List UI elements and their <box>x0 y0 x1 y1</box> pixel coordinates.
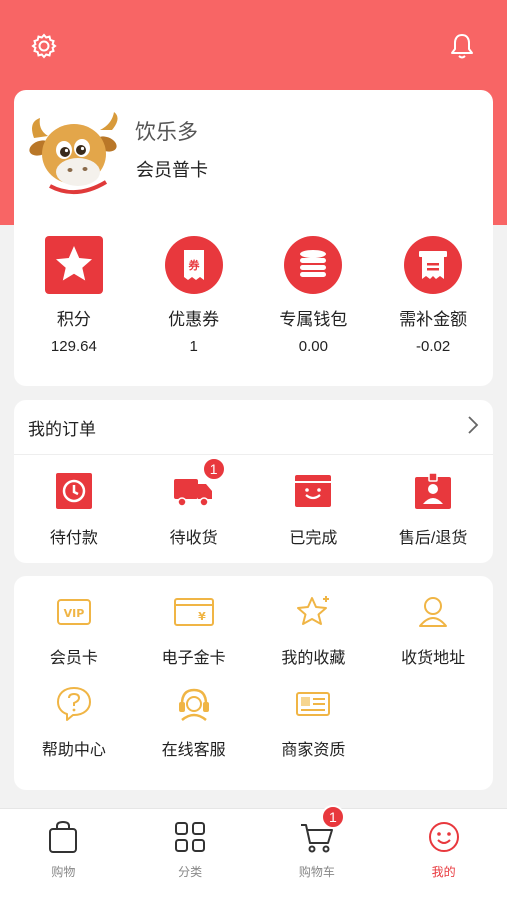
stat-wallet[interactable]: 专属钱包 0.00 <box>254 235 374 355</box>
stat-label: 需补金额 <box>399 310 468 329</box>
order-completed[interactable]: 已完成 <box>254 469 374 548</box>
tab-cart[interactable]: 1 购物车 <box>254 805 381 900</box>
grid-icon <box>170 817 210 857</box>
stat-value: -0.02 <box>416 338 451 355</box>
stats-row: 积分 129.64 券 优惠券 1 专属钱包 0.00 需补金额 -0.02 <box>14 235 493 355</box>
order-pending-payment[interactable]: 待付款 <box>14 469 134 548</box>
bottom-tab-bar: 购物 分类 1 购物车 我的 <box>0 805 507 900</box>
truck-icon: 1 <box>172 457 226 513</box>
services-card: VIP 会员卡 ¥ 电子金卡 我的收藏 收货地址 帮助中心 在线客服 商家资质 <box>14 576 493 790</box>
coupon-icon: 券 <box>164 235 224 295</box>
smile-face-icon <box>424 817 464 857</box>
service-help[interactable]: 帮助中心 <box>14 682 134 774</box>
stat-value: 0.00 <box>298 338 328 355</box>
headset-icon <box>172 682 216 726</box>
chevron-right-icon <box>467 415 479 440</box>
wallet-coins-icon <box>283 235 343 295</box>
user-name: 饮乐多 <box>135 121 198 144</box>
gear-icon[interactable] <box>28 30 60 62</box>
tab-shopping[interactable]: 购物 <box>0 809 127 900</box>
stat-points[interactable]: 积分 129.64 <box>14 235 134 355</box>
avatar[interactable] <box>26 108 126 203</box>
service-merchant-license[interactable]: 商家资质 <box>254 682 374 774</box>
tab-label: 购物车 <box>298 865 335 879</box>
service-member-card[interactable]: VIP 会员卡 <box>14 590 134 682</box>
order-label: 已完成 <box>289 530 338 547</box>
license-icon <box>291 682 335 726</box>
order-after-sales[interactable]: 售后/退货 <box>373 469 493 548</box>
stat-label: 积分 <box>56 310 91 329</box>
svg-text:¥: ¥ <box>198 610 206 623</box>
member-level: 会员普卡 <box>136 160 208 180</box>
services-grid: VIP 会员卡 ¥ 电子金卡 我的收藏 收货地址 帮助中心 在线客服 商家资质 <box>14 576 493 774</box>
service-label: 帮助中心 <box>41 742 106 759</box>
order-label: 待付款 <box>49 530 98 547</box>
service-label: 商家资质 <box>281 742 346 759</box>
service-address[interactable]: 收货地址 <box>373 590 493 682</box>
gold-card-icon: ¥ <box>172 590 216 634</box>
clock-icon <box>52 469 96 513</box>
delivery-badge: 1 <box>201 457 226 481</box>
tab-label: 我的 <box>431 865 456 879</box>
tab-label: 分类 <box>178 865 203 879</box>
smile-box-icon <box>291 469 335 513</box>
help-icon <box>52 682 96 726</box>
user-location-icon <box>411 590 455 634</box>
receipt-icon <box>403 235 463 295</box>
bell-icon[interactable] <box>446 30 478 62</box>
orders-title: 我的订单 <box>28 419 96 439</box>
profile-card: 饮乐多 会员普卡 积分 129.64 券 优惠券 1 专属钱包 0.00 需补金… <box>14 90 493 386</box>
service-badge-icon <box>411 469 455 513</box>
service-label: 我的收藏 <box>281 650 346 667</box>
orders-card: 我的订单 待付款 1 待收货 已完成 售后/退货 <box>14 400 493 563</box>
stat-label: 专属钱包 <box>279 310 348 329</box>
service-label: 在线客服 <box>161 742 226 759</box>
stat-balance-due[interactable]: 需补金额 -0.02 <box>373 235 493 355</box>
tab-category[interactable]: 分类 <box>127 809 254 900</box>
vip-card-icon: VIP <box>52 590 96 634</box>
svg-text:VIP: VIP <box>64 607 85 620</box>
tab-profile[interactable]: 我的 <box>380 809 507 900</box>
service-label: 收货地址 <box>401 650 466 667</box>
service-label: 电子金卡 <box>161 650 226 667</box>
stat-value: 1 <box>189 338 198 355</box>
star-favorite-icon <box>291 590 335 634</box>
order-items: 待付款 1 待收货 已完成 售后/退货 <box>14 455 493 548</box>
cart-icon: 1 <box>297 805 345 857</box>
tab-label: 购物 <box>51 865 76 879</box>
service-gold-card[interactable]: ¥ 电子金卡 <box>134 590 254 682</box>
stat-value: 129.64 <box>50 338 97 355</box>
stat-label: 优惠券 <box>168 310 220 329</box>
star-icon <box>44 235 104 295</box>
cart-badge: 1 <box>320 805 345 829</box>
order-label: 售后/退货 <box>398 530 468 547</box>
orders-header[interactable]: 我的订单 <box>14 400 493 455</box>
service-label: 会员卡 <box>49 650 98 667</box>
order-label: 待收货 <box>169 530 218 547</box>
service-online-support[interactable]: 在线客服 <box>134 682 254 774</box>
svg-text:券: 券 <box>187 258 200 272</box>
service-favorites[interactable]: 我的收藏 <box>254 590 374 682</box>
stat-coupons[interactable]: 券 优惠券 1 <box>134 235 254 355</box>
shopping-bag-icon <box>43 817 83 857</box>
order-pending-delivery[interactable]: 1 待收货 <box>134 457 254 548</box>
